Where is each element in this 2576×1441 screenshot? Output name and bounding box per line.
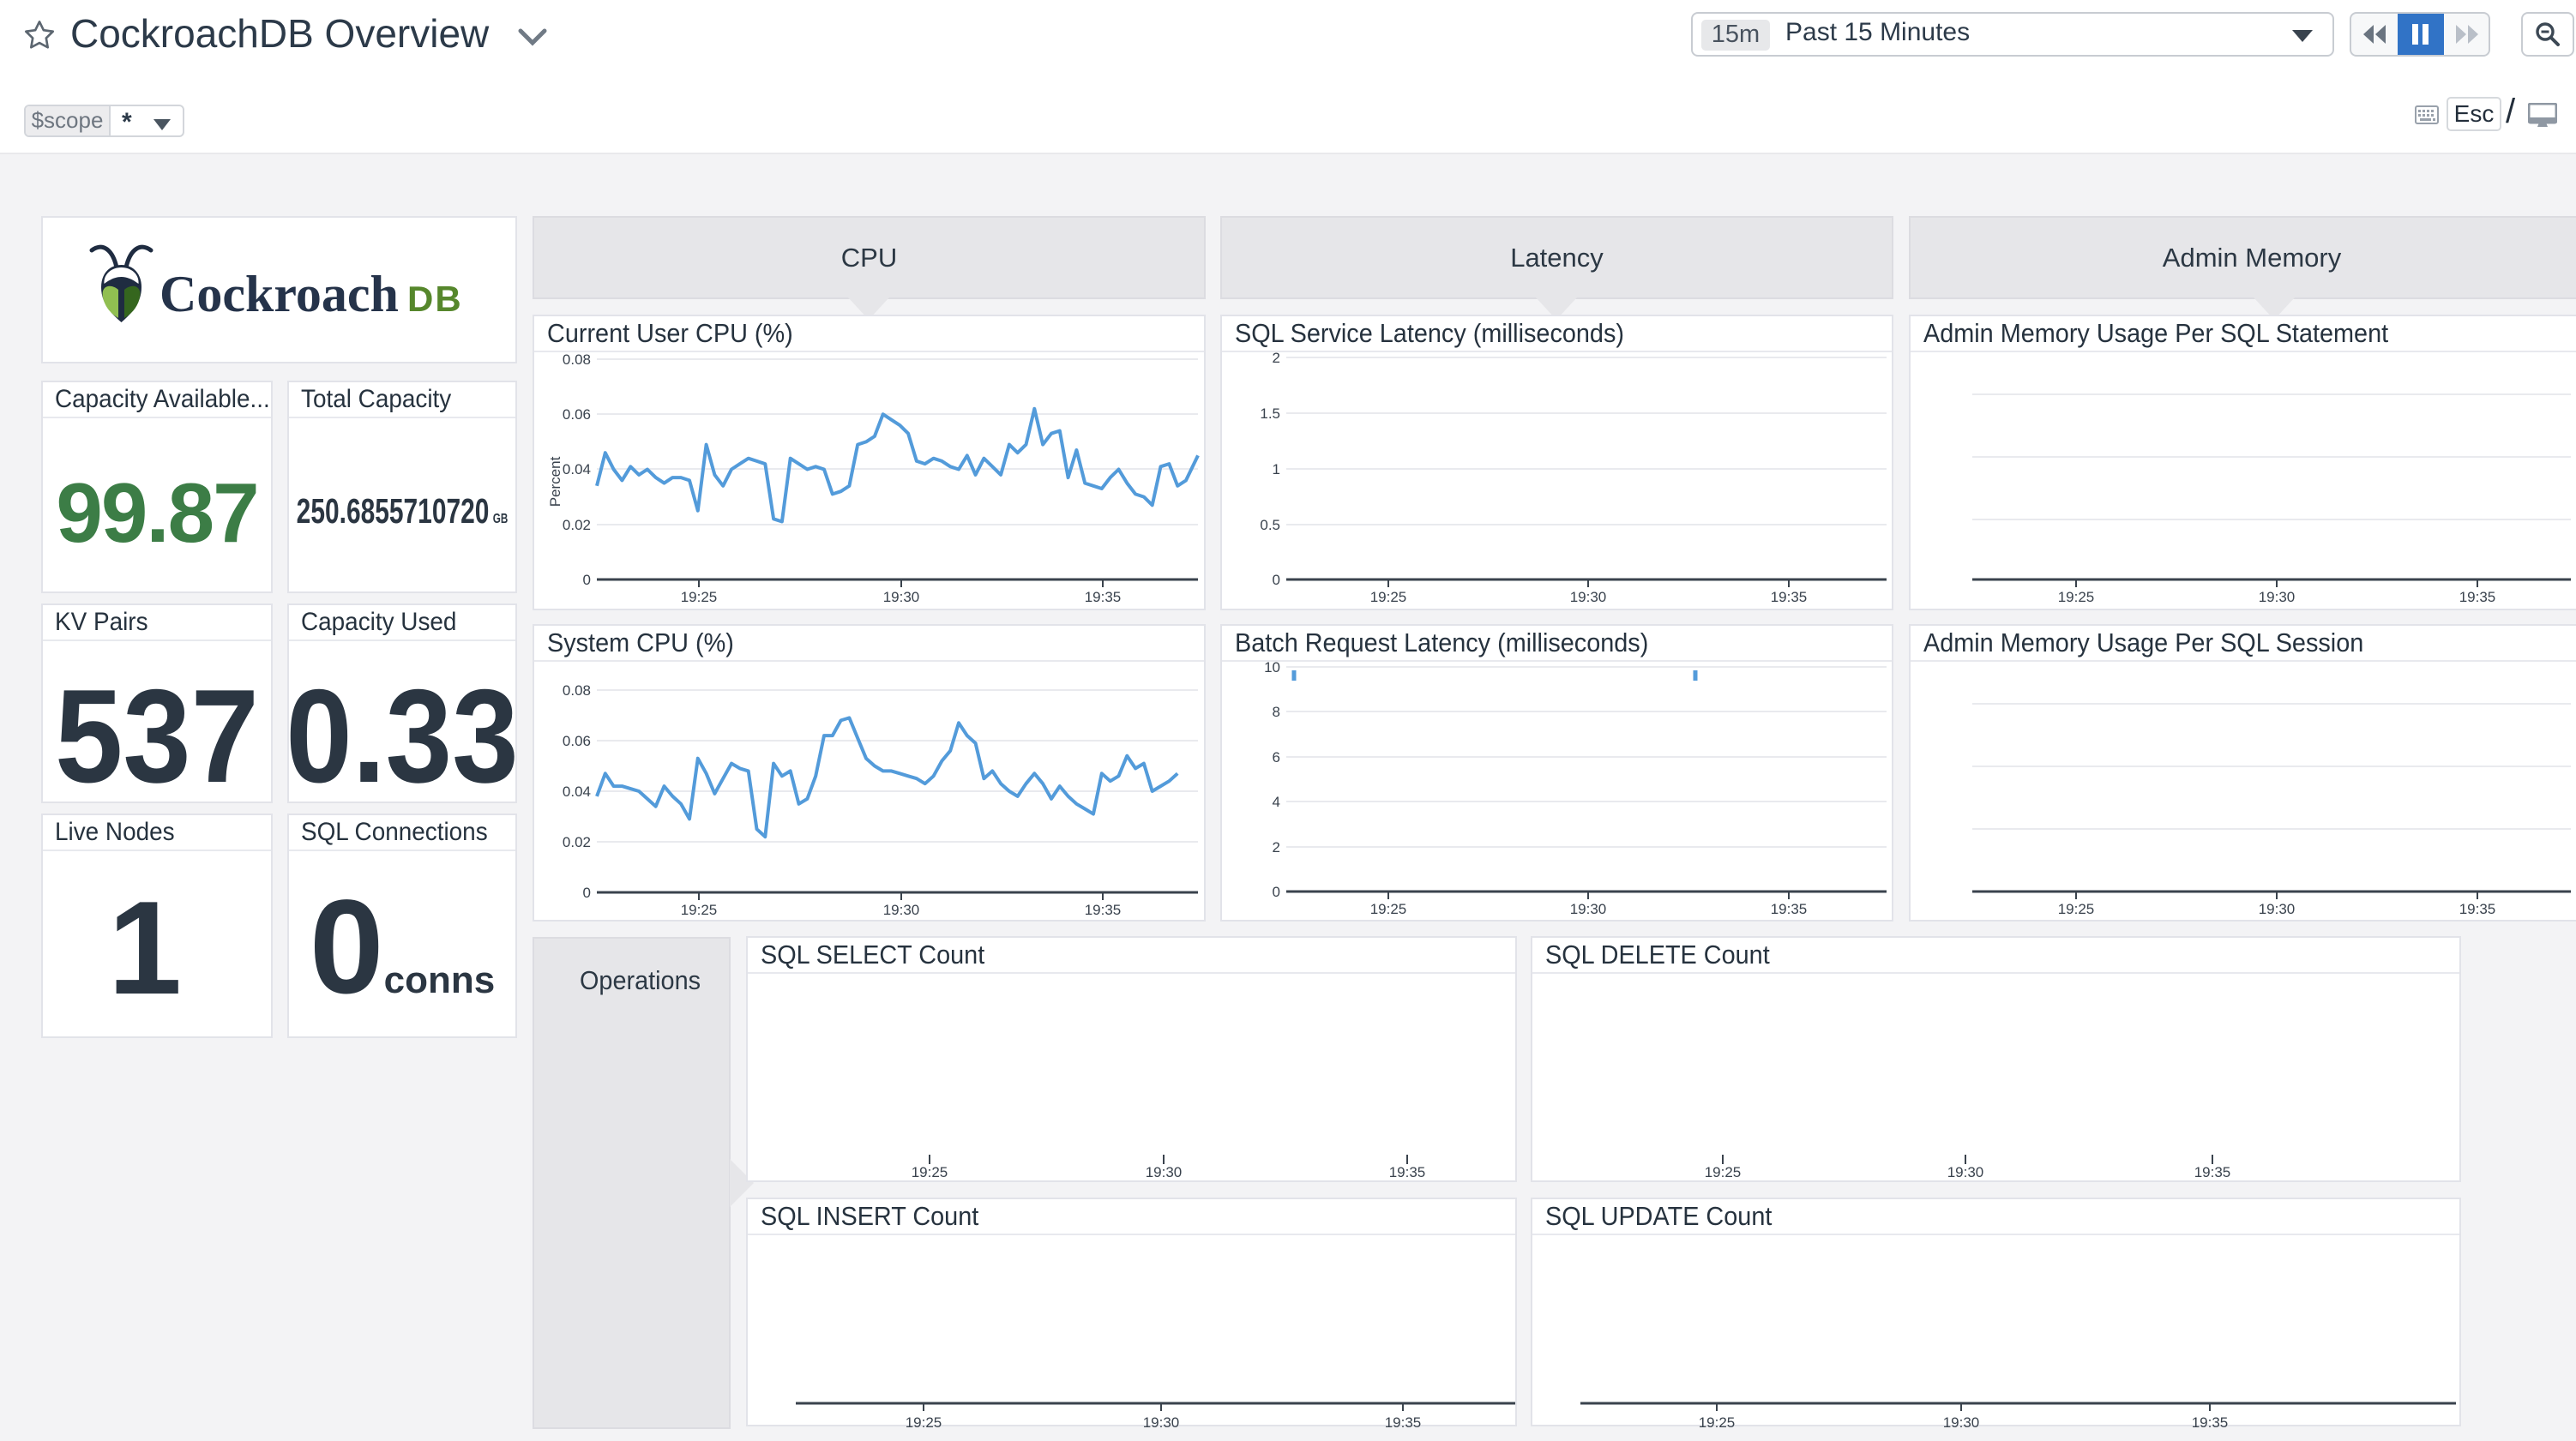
svg-text:2: 2 (1273, 350, 1280, 366)
svg-text:19:25: 19:25 (2058, 589, 2095, 605)
svg-text:19:30: 19:30 (1943, 1414, 1980, 1428)
svg-text:19:35: 19:35 (1385, 1414, 1422, 1428)
svg-text:19:25: 19:25 (1705, 1164, 1742, 1180)
svg-text:19:35: 19:35 (2194, 1164, 2231, 1180)
svg-text:0.5: 0.5 (1260, 517, 1280, 533)
svg-text:DB: DB (407, 279, 463, 319)
svg-text:19:35: 19:35 (2459, 901, 2496, 917)
svg-text:19:25: 19:25 (1370, 901, 1407, 917)
svg-text:19:25: 19:25 (2058, 901, 2095, 917)
svg-text:0: 0 (583, 572, 591, 588)
svg-text:2: 2 (1273, 839, 1280, 856)
svg-text:19:30: 19:30 (2259, 901, 2296, 917)
svg-text:Percent: Percent (547, 456, 563, 507)
svg-text:19:25: 19:25 (906, 1414, 942, 1428)
svg-text:19:30: 19:30 (1143, 1414, 1180, 1428)
svg-text:0.04: 0.04 (563, 461, 591, 477)
svg-text:0.08: 0.08 (563, 351, 591, 368)
svg-text:19:30: 19:30 (883, 589, 920, 605)
svg-text:19:25: 19:25 (912, 1164, 948, 1180)
svg-text:0: 0 (1273, 884, 1280, 900)
svg-text:1: 1 (1273, 461, 1280, 477)
svg-text:10: 10 (1264, 659, 1280, 675)
svg-text:19:30: 19:30 (2259, 589, 2296, 605)
svg-text:19:35: 19:35 (1771, 589, 1808, 605)
svg-text:19:30: 19:30 (1146, 1164, 1183, 1180)
svg-text:19:30: 19:30 (1570, 901, 1607, 917)
svg-text:0: 0 (1273, 572, 1280, 588)
svg-text:6: 6 (1273, 749, 1280, 766)
svg-text:19:35: 19:35 (2192, 1414, 2229, 1428)
svg-text:19:35: 19:35 (1085, 589, 1122, 605)
svg-text:19:25: 19:25 (681, 589, 718, 605)
svg-text:19:35: 19:35 (1771, 901, 1808, 917)
svg-text:0.08: 0.08 (563, 682, 591, 699)
svg-text:19:25: 19:25 (1699, 1414, 1736, 1428)
svg-text:19:35: 19:35 (1389, 1164, 1426, 1180)
svg-text:Cockroach: Cockroach (159, 266, 399, 322)
svg-text:8: 8 (1273, 704, 1280, 720)
svg-text:4: 4 (1273, 794, 1280, 810)
svg-text:0.06: 0.06 (563, 733, 591, 749)
svg-text:0: 0 (583, 885, 591, 901)
svg-text:1.5: 1.5 (1260, 405, 1280, 422)
svg-text:0.02: 0.02 (563, 834, 591, 850)
svg-text:0.04: 0.04 (563, 784, 591, 800)
svg-text:0.06: 0.06 (563, 406, 591, 423)
svg-text:19:30: 19:30 (1947, 1164, 1984, 1180)
svg-text:0.02: 0.02 (563, 517, 591, 533)
svg-text:19:30: 19:30 (1570, 589, 1607, 605)
svg-text:19:35: 19:35 (1085, 902, 1122, 918)
svg-text:19:35: 19:35 (2459, 589, 2496, 605)
svg-text:19:30: 19:30 (883, 902, 920, 918)
svg-text:19:25: 19:25 (681, 902, 718, 918)
svg-text:19:25: 19:25 (1370, 589, 1407, 605)
